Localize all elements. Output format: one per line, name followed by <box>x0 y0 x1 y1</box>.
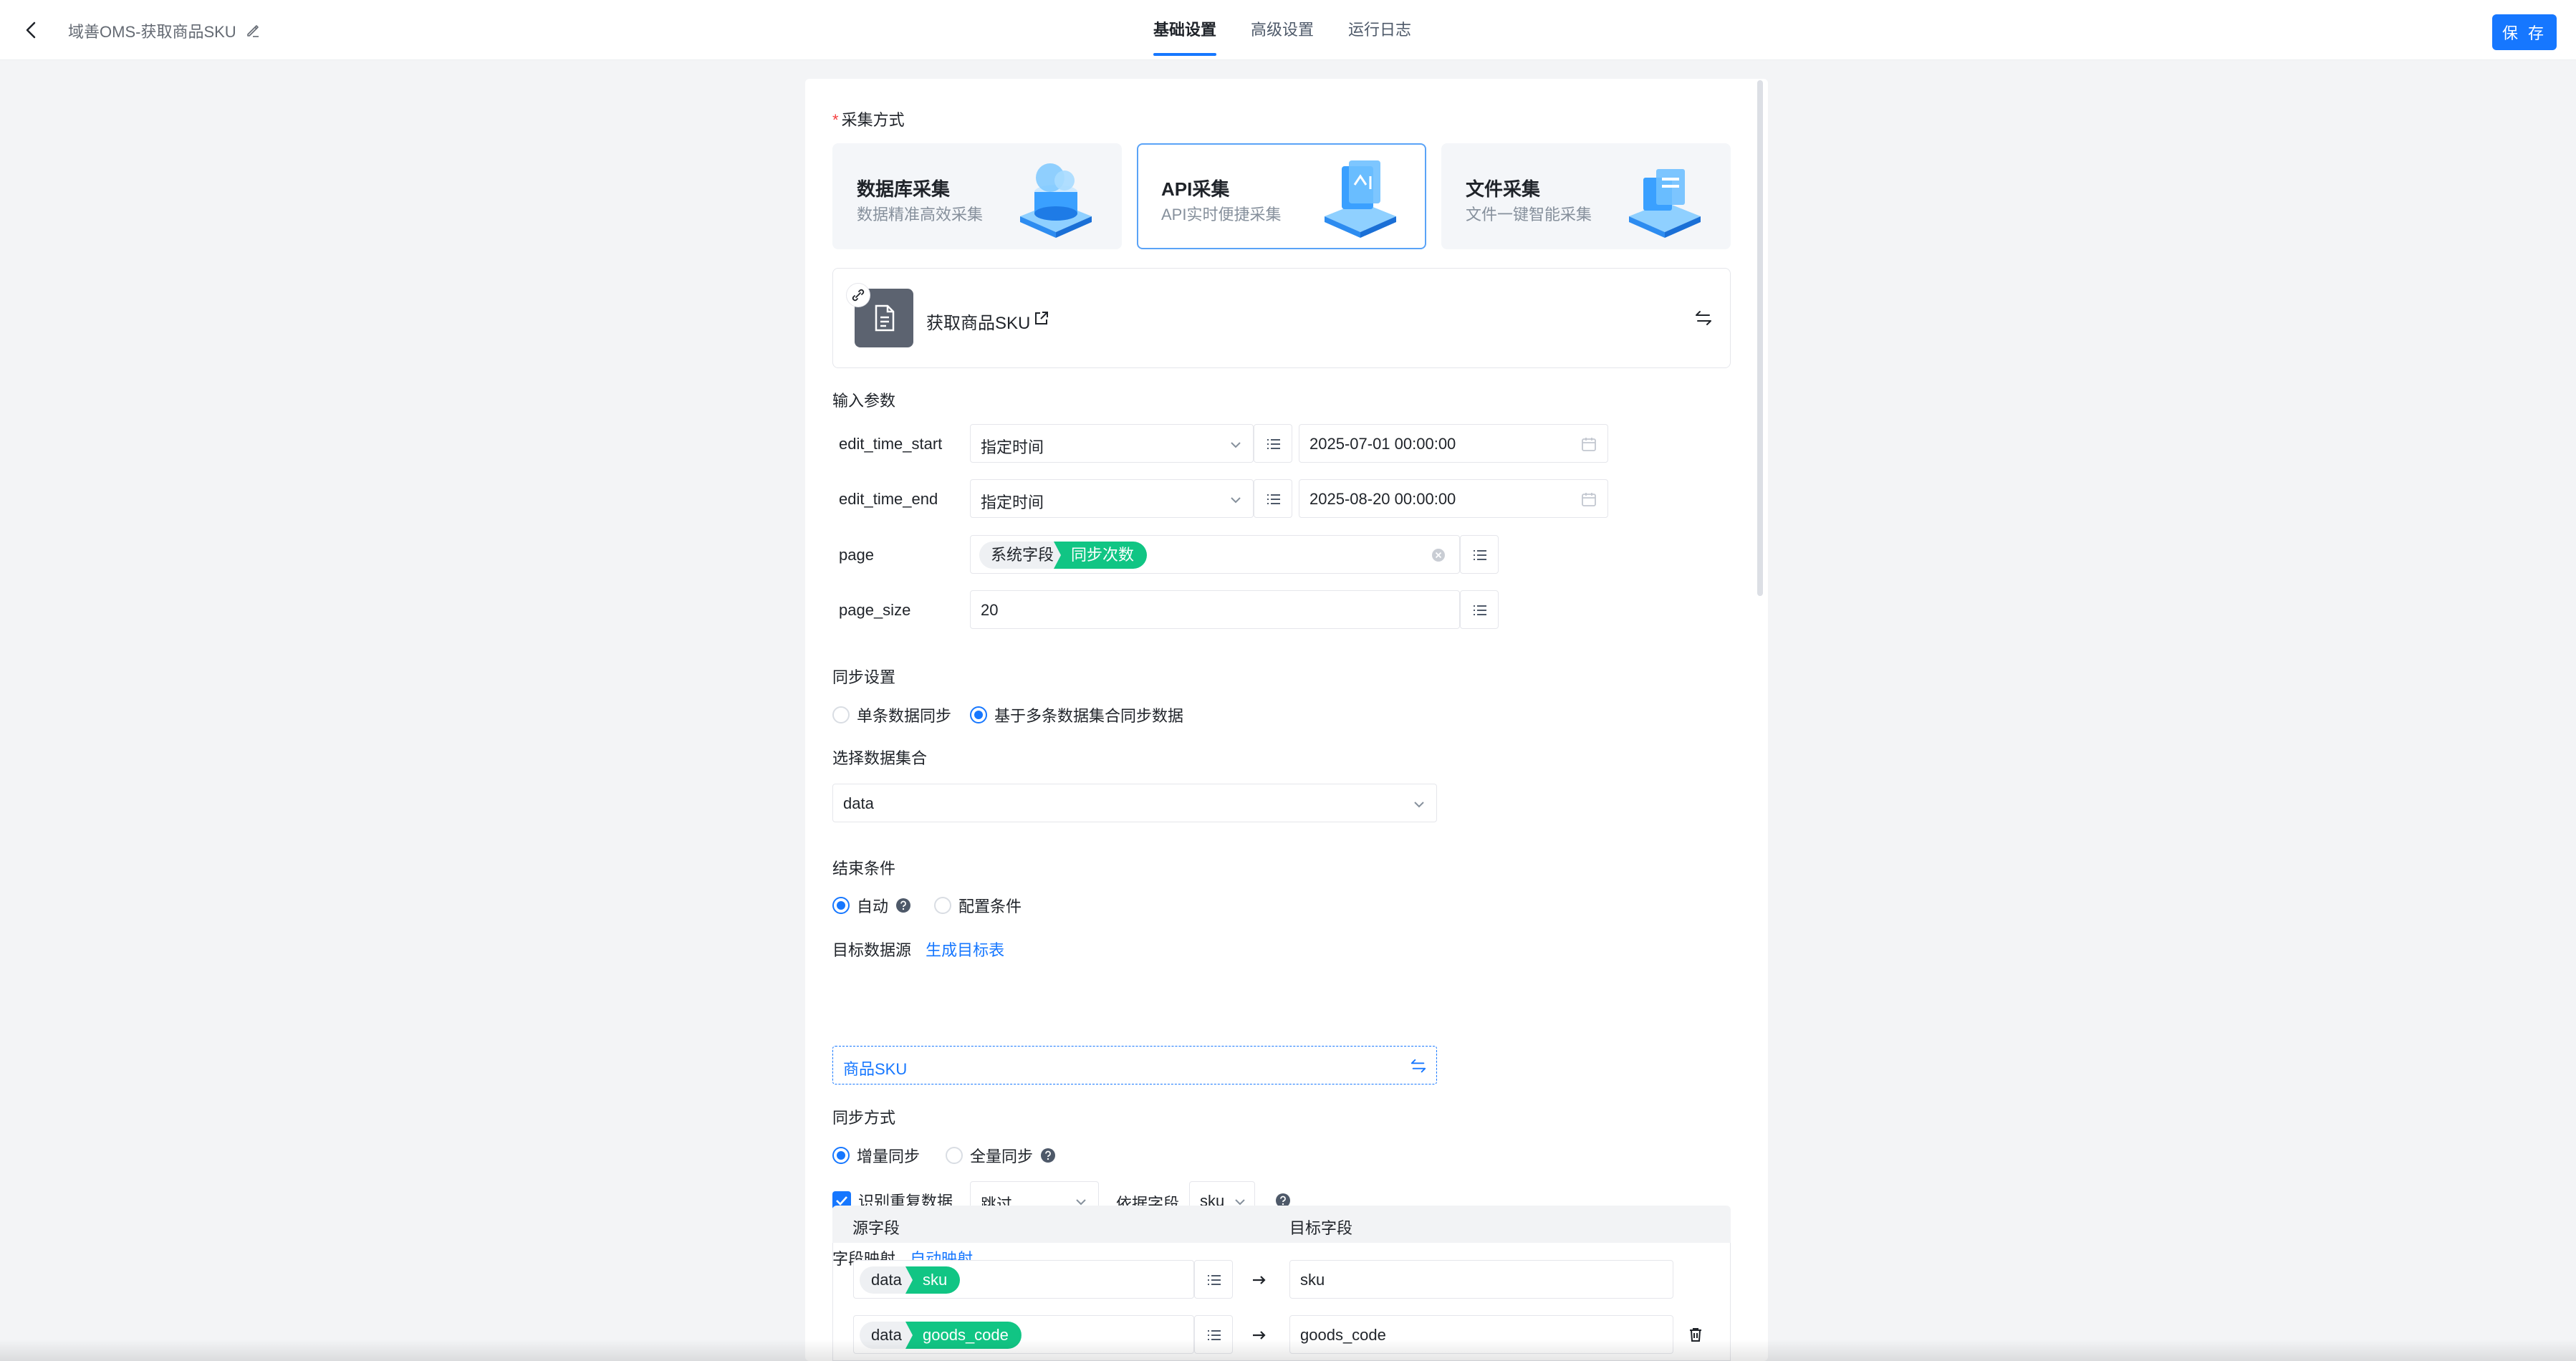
source-field-input[interactable]: data sku <box>853 1260 1194 1299</box>
mapping-table-layer: 源字段 目标字段 data sku sku data goods_code go… <box>832 0 1731 1361</box>
target-field-input[interactable]: sku <box>1289 1260 1673 1299</box>
page-title: 域善OMS-获取商品SKU <box>68 23 236 41</box>
list-icon <box>1208 1275 1221 1285</box>
list-icon-button[interactable] <box>1194 1260 1233 1299</box>
target-field-value: sku <box>1300 1271 1325 1289</box>
col-source-field: 源字段 <box>852 1219 900 1237</box>
source-field-tag: sku <box>905 1266 961 1294</box>
title-area: 域善OMS-获取商品SKU <box>68 20 261 42</box>
vertical-scrollbar[interactable] <box>1757 80 1763 596</box>
mapping-table-header: 源字段 目标字段 <box>832 1206 1731 1243</box>
edit-pen-icon[interactable] <box>245 23 261 39</box>
right-arrow-icon <box>1253 1276 1266 1284</box>
bottom-shadow <box>0 1340 2576 1361</box>
back-arrow-icon[interactable] <box>20 19 43 42</box>
save-button[interactable]: 保 存 <box>2492 14 2557 50</box>
col-target-field: 目标字段 <box>1289 1219 1353 1237</box>
